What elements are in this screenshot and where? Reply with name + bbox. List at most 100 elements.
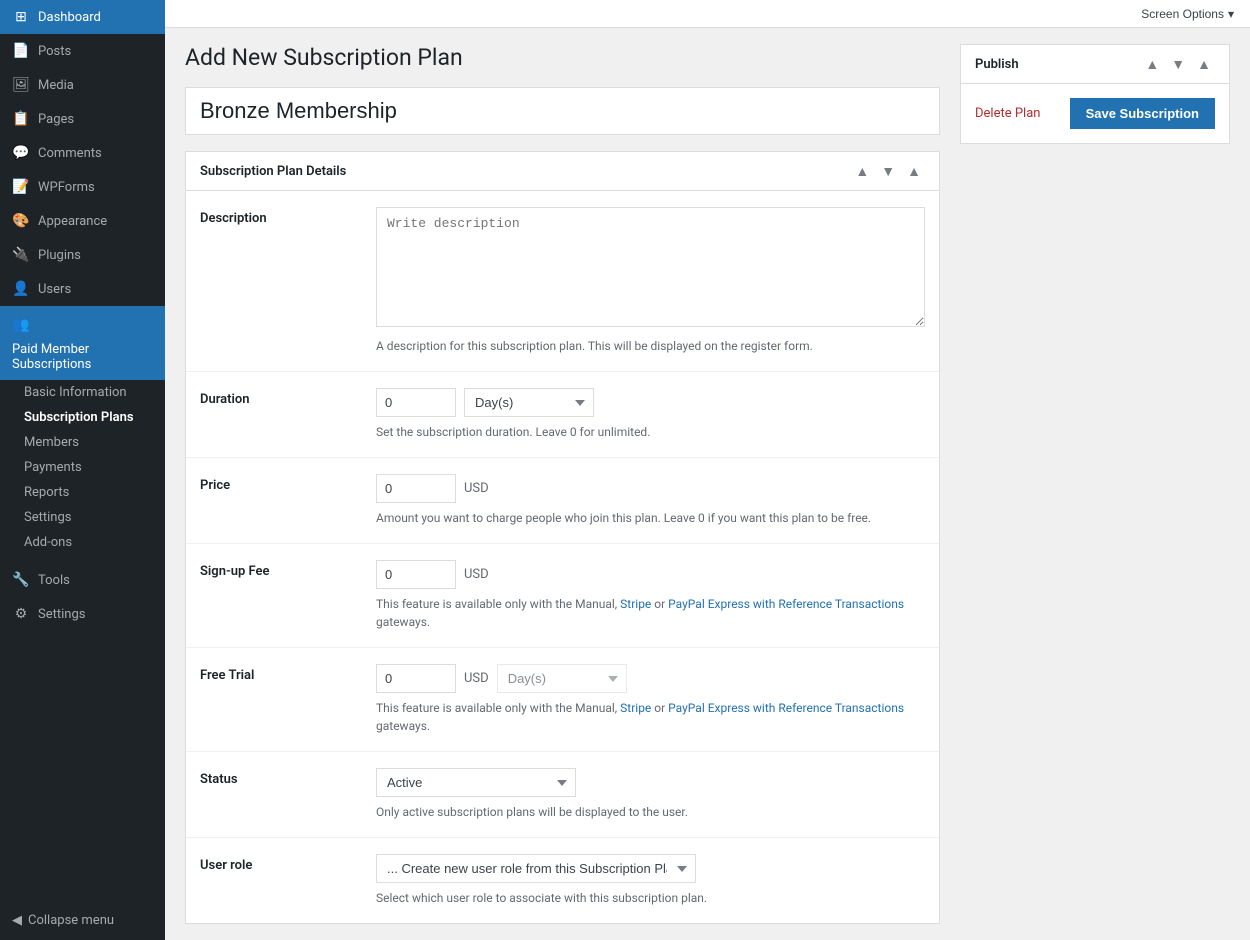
signup-fee-row: Sign-up Fee USD This feature is availabl… [186,544,939,648]
publish-header: Publish ▲ ▼ ▲ [961,45,1229,84]
comments-icon: 💬 [12,144,30,162]
main-column: Add New Subscription Plan Subscription P… [185,44,940,924]
description-label: Description [200,207,360,355]
price-currency: USD [464,481,489,496]
posts-icon: 📄 [12,42,30,60]
collapse-icon: ◀ [12,913,22,928]
free-trial-input-row: USD Day(s) Week(s) Month(s) Year(s) [376,664,925,693]
users-icon: 👤 [12,280,30,298]
screen-options-button[interactable]: Screen Options ▾ [1141,7,1234,21]
settings-icon: ⚙ [12,605,30,623]
free-trial-currency: USD [464,671,489,686]
price-row: Price USD Amount you want to charge peop… [186,458,939,544]
user-role-select[interactable]: ... Create new user role from this Subsc… [376,854,696,883]
price-number-input[interactable] [376,474,456,503]
tools-icon: 🔧 [12,571,30,589]
sidebar-item-dashboard[interactable]: ⊞ Dashboard [0,0,165,34]
status-select[interactable]: Active Inactive [376,768,576,797]
duration-label: Duration [200,388,360,441]
price-input-row: USD [376,474,925,503]
sidebar-item-settings[interactable]: ⚙ Settings [0,597,165,631]
sidebar-sub-subscription-plans[interactable]: Subscription Plans [0,405,165,430]
metabox-close-button[interactable]: ▲ [903,162,925,180]
price-label: Price [200,474,360,527]
publish-controls: ▲ ▼ ▲ [1141,55,1215,73]
free-trial-label: Free Trial [200,664,360,735]
duration-unit-select[interactable]: Day(s) Week(s) Month(s) Year(s) [464,388,594,417]
user-role-hint: Select which user role to associate with… [376,889,925,907]
sidebar-item-users[interactable]: 👤 Users [0,272,165,306]
price-field: USD Amount you want to charge people who… [376,474,925,527]
wpforms-icon: 📝 [12,178,30,196]
sidebar-sub-payments[interactable]: Payments [0,455,165,480]
sidebar-sub-members[interactable]: Members [0,430,165,455]
sidebar-item-plugins[interactable]: 🔌 Plugins [0,238,165,272]
description-field: A description for this subscription plan… [376,207,925,355]
sidebar-sub-add-ons[interactable]: Add-ons [0,530,165,555]
user-role-field: ... Create new user role from this Subsc… [376,854,925,907]
free-trial-field: USD Day(s) Week(s) Month(s) Year(s) This… [376,664,925,735]
duration-input-row: Day(s) Week(s) Month(s) Year(s) [376,388,925,417]
signup-fee-paypal-link[interactable]: PayPal Express with Reference Transactio… [668,597,904,611]
sidebar-sub-reports[interactable]: Reports [0,480,165,505]
metabox-up-button[interactable]: ▲ [851,162,873,180]
metabox-header: Subscription Plan Details ▲ ▼ ▲ [186,152,939,191]
plan-title-input[interactable] [185,87,940,135]
metabox-controls: ▲ ▼ ▲ [851,162,925,180]
status-field: Active Inactive Only active subscription… [376,768,925,821]
top-bar: Screen Options ▾ [165,0,1250,28]
appearance-icon: 🎨 [12,212,30,230]
duration-field: Day(s) Week(s) Month(s) Year(s) Set the … [376,388,925,441]
page-title: Add New Subscription Plan [185,44,940,71]
collapse-menu[interactable]: ◀ Collapse menu [0,901,165,940]
publish-down-button[interactable]: ▼ [1167,55,1189,73]
sidebar-item-pages[interactable]: 📋 Pages [0,102,165,136]
publish-box: Publish ▲ ▼ ▲ Delete Plan Save Subscript… [960,44,1230,144]
duration-hint: Set the subscription duration. Leave 0 f… [376,423,925,441]
publish-body: Delete Plan Save Subscription [961,84,1229,143]
publish-title: Publish [975,57,1019,72]
sidebar-item-comments[interactable]: 💬 Comments [0,136,165,170]
publish-up-button[interactable]: ▲ [1141,55,1163,73]
publish-close-button[interactable]: ▲ [1193,55,1215,73]
status-hint: Only active subscription plans will be d… [376,803,925,821]
signup-fee-currency: USD [464,567,489,582]
delete-plan-link[interactable]: Delete Plan [975,106,1040,121]
signup-fee-number-input[interactable] [376,560,456,589]
duration-number-input[interactable] [376,388,456,417]
sidebar-item-paid-member[interactable]: 👥 Paid Member Subscriptions [0,306,165,380]
subscription-plan-details-metabox: Subscription Plan Details ▲ ▼ ▲ Descript… [185,151,940,924]
signup-fee-label: Sign-up Fee [200,560,360,631]
free-trial-number-input[interactable] [376,664,456,693]
price-hint: Amount you want to charge people who joi… [376,509,925,527]
duration-row: Duration Day(s) Week(s) Month(s) Year(s)… [186,372,939,458]
free-trial-stripe-link[interactable]: Stripe [620,701,651,715]
sidebar-item-appearance[interactable]: 🎨 Appearance [0,204,165,238]
free-trial-hint: This feature is available only with the … [376,699,925,735]
main-area: Screen Options ▾ Add New Subscription Pl… [165,0,1250,940]
user-role-row: User role ... Create new user role from … [186,838,939,923]
sidebar-sub-basic-information[interactable]: Basic Information [0,380,165,405]
sidebar-item-wpforms[interactable]: 📝 WPForms [0,170,165,204]
description-row: Description A description for this subsc… [186,191,939,372]
save-subscription-button[interactable]: Save Subscription [1070,98,1215,129]
pages-icon: 📋 [12,110,30,128]
signup-fee-stripe-link[interactable]: Stripe [620,597,651,611]
sidebar-item-media[interactable]: 🖼 Media [0,68,165,102]
free-trial-paypal-link[interactable]: PayPal Express with Reference Transactio… [668,701,904,715]
plugins-icon: 🔌 [12,246,30,264]
free-trial-row: Free Trial USD Day(s) Week(s) Month(s) Y… [186,648,939,752]
description-textarea[interactable] [376,207,925,327]
status-row: Status Active Inactive Only active subsc… [186,752,939,838]
sidebar-sub-settings[interactable]: Settings [0,505,165,530]
sidebar-item-posts[interactable]: 📄 Posts [0,34,165,68]
status-label: Status [200,768,360,821]
paid-member-icon: 👥 [12,316,30,334]
content-area: Add New Subscription Plan Subscription P… [165,28,1250,940]
user-role-label: User role [200,854,360,907]
signup-fee-input-row: USD [376,560,925,589]
metabox-down-button[interactable]: ▼ [877,162,899,180]
sidebar-item-tools[interactable]: 🔧 Tools [0,563,165,597]
free-trial-days-select[interactable]: Day(s) Week(s) Month(s) Year(s) [497,664,627,693]
signup-fee-hint: This feature is available only with the … [376,595,925,631]
